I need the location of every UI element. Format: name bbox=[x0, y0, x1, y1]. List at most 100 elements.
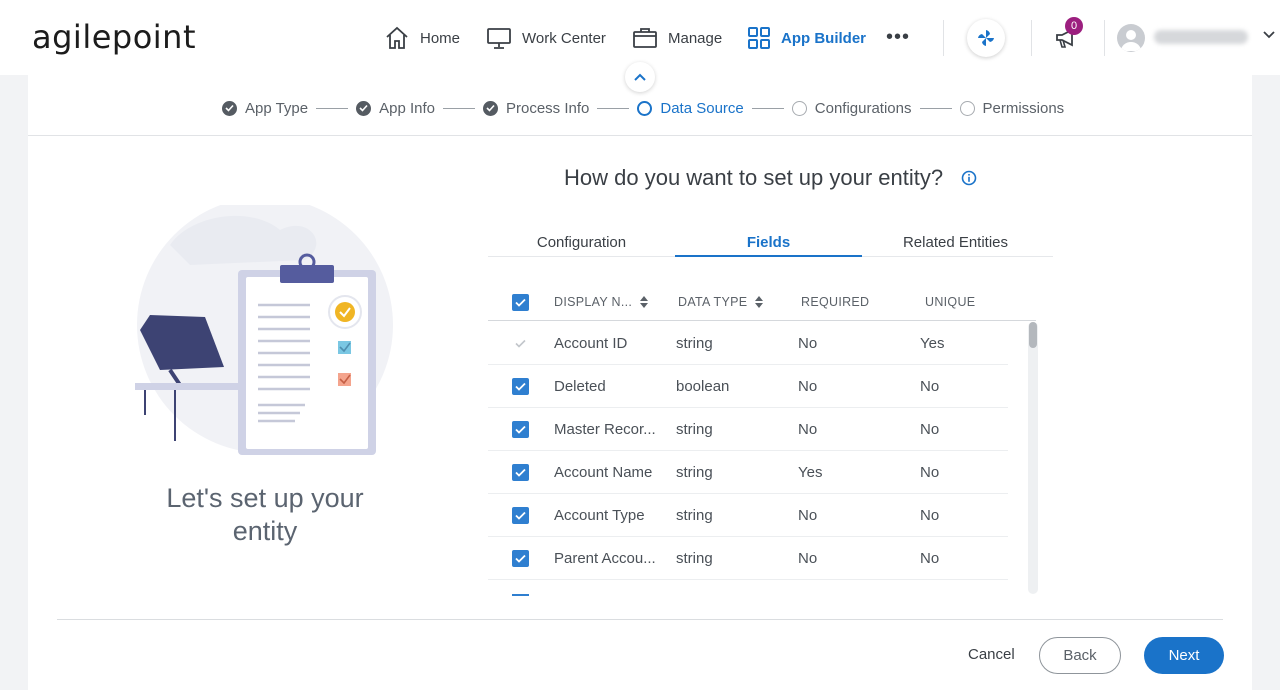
field-name: Master Recor... bbox=[554, 421, 656, 438]
field-name: Account Name bbox=[554, 464, 653, 481]
tab-related-entities[interactable]: Related Entities bbox=[862, 226, 1049, 256]
field-unique: No bbox=[920, 464, 940, 481]
step-connector bbox=[919, 107, 952, 109]
user-name-blurred[interactable] bbox=[1154, 30, 1248, 44]
person-icon bbox=[1121, 30, 1141, 51]
step-connector bbox=[443, 107, 475, 109]
column-data-type[interactable]: DATA TYPE bbox=[678, 295, 764, 309]
row-checkbox[interactable] bbox=[512, 550, 529, 567]
field-name: Deleted bbox=[554, 378, 606, 395]
field-type: string bbox=[676, 464, 713, 481]
row-checkbox[interactable] bbox=[512, 464, 529, 481]
empty-circle-icon bbox=[959, 100, 975, 116]
column-unique: UNIQUE bbox=[925, 295, 975, 309]
step-data-source[interactable]: Data Source bbox=[637, 99, 744, 117]
nav-divider bbox=[1104, 20, 1105, 56]
more-menu-button[interactable]: ••• bbox=[886, 27, 910, 47]
briefcase-icon bbox=[633, 28, 657, 48]
cancel-button[interactable]: Cancel bbox=[958, 642, 1025, 667]
step-connector bbox=[751, 107, 784, 109]
step-label: Data Source bbox=[660, 99, 744, 117]
table-row[interactable]: Master Recor... string No No bbox=[488, 408, 1008, 451]
field-type: boolean bbox=[676, 378, 730, 395]
sort-icon[interactable] bbox=[640, 296, 649, 308]
nav-divider bbox=[943, 20, 944, 56]
stepper-divider bbox=[28, 135, 1252, 136]
field-name: Account ID bbox=[554, 335, 628, 352]
entity-setup-tabs: Configuration Fields Related Entities bbox=[488, 226, 1053, 257]
field-required: Yes bbox=[798, 464, 823, 481]
sort-icon[interactable] bbox=[755, 296, 764, 308]
table-row[interactable]: Account Name string Yes No bbox=[488, 451, 1008, 494]
column-label: DATA TYPE bbox=[678, 295, 748, 309]
next-button[interactable]: Next bbox=[1144, 637, 1224, 674]
page-title: How do you want to set up your entity? bbox=[564, 165, 944, 190]
nav-app-builder-label: App Builder bbox=[781, 29, 866, 47]
select-all-checkbox[interactable] bbox=[512, 294, 529, 311]
row-checkbox[interactable] bbox=[512, 421, 529, 438]
field-unique: No bbox=[920, 378, 940, 395]
notification-badge: 0 bbox=[1065, 17, 1083, 35]
field-required: No bbox=[798, 335, 818, 352]
step-app-type[interactable]: App Type bbox=[222, 100, 308, 117]
field-type: string bbox=[676, 550, 713, 567]
nav-work-center[interactable]: Work Center bbox=[486, 24, 606, 52]
current-step-circle-icon bbox=[637, 100, 653, 116]
field-required: No bbox=[798, 378, 818, 395]
wizard-stepper: App Type App Info Process Info Data Sour… bbox=[222, 98, 1064, 118]
chevron-down-icon[interactable] bbox=[1262, 30, 1276, 40]
tab-configuration[interactable]: Configuration bbox=[488, 226, 675, 256]
field-required: No bbox=[798, 507, 818, 524]
check-circle-icon bbox=[356, 100, 372, 116]
table-scrollbar-track[interactable] bbox=[1028, 322, 1038, 594]
field-unique: No bbox=[920, 507, 940, 524]
row-checkbox-disabled bbox=[512, 335, 529, 352]
fields-table-header: DISPLAY N... DATA TYPE REQUIRED UNIQUE bbox=[488, 285, 1036, 321]
field-type: string bbox=[676, 421, 713, 438]
step-label: Permissions bbox=[982, 99, 1065, 117]
step-label: App Type bbox=[245, 99, 309, 117]
row-checkbox[interactable] bbox=[512, 507, 529, 524]
back-button[interactable]: Back bbox=[1039, 637, 1121, 674]
nav-work-center-label: Work Center bbox=[522, 29, 606, 47]
user-avatar[interactable] bbox=[1117, 24, 1145, 52]
table-row[interactable]: Account Type string No No bbox=[488, 494, 1008, 537]
ai-assistant-button[interactable] bbox=[967, 19, 1005, 57]
tab-fields[interactable]: Fields bbox=[675, 226, 862, 257]
table-scrollbar-thumb[interactable] bbox=[1029, 322, 1037, 348]
table-row[interactable]: Parent Accou... string No No bbox=[488, 537, 1008, 580]
field-type: string bbox=[676, 507, 713, 524]
chevron-up-icon bbox=[634, 73, 646, 81]
info-icon[interactable] bbox=[961, 170, 977, 186]
checkbox[interactable] bbox=[512, 294, 529, 311]
home-icon bbox=[386, 26, 408, 49]
step-process-info[interactable]: Process Info bbox=[483, 100, 589, 117]
entity-setup-illustration bbox=[135, 205, 393, 455]
field-unique: No bbox=[920, 421, 940, 438]
step-label: App Info bbox=[379, 99, 435, 117]
illustration-caption: Let's set up your entity bbox=[166, 483, 364, 546]
table-row[interactable]: Account ID string No Yes bbox=[488, 322, 1008, 365]
step-connector bbox=[597, 107, 630, 109]
collapse-header-button[interactable] bbox=[625, 62, 655, 92]
monitor-icon bbox=[487, 28, 511, 49]
check-circle-icon bbox=[222, 100, 237, 116]
step-label: Configurations bbox=[814, 99, 912, 117]
agilepoint-logo[interactable]: agilepoint bbox=[32, 18, 196, 56]
footer-divider bbox=[57, 619, 1223, 620]
step-app-info[interactable]: App Info bbox=[356, 100, 435, 117]
table-row[interactable]: Deleted boolean No No bbox=[488, 365, 1008, 408]
nav-manage[interactable]: Manage bbox=[632, 24, 722, 52]
field-name: Account Type bbox=[554, 507, 645, 524]
field-name: Parent Accou... bbox=[554, 550, 656, 567]
column-label: DISPLAY N... bbox=[554, 295, 633, 309]
nav-home-label: Home bbox=[420, 29, 461, 47]
column-display-name[interactable]: DISPLAY N... bbox=[554, 295, 649, 309]
nav-home[interactable]: Home bbox=[384, 24, 460, 52]
step-configurations: Configurations bbox=[791, 99, 912, 117]
pinwheel-icon bbox=[978, 30, 994, 46]
next-row-checkbox-partial[interactable] bbox=[512, 594, 529, 596]
nav-app-builder[interactable]: App Builder bbox=[747, 24, 866, 52]
check-circle-icon bbox=[483, 100, 498, 116]
row-checkbox[interactable] bbox=[512, 378, 529, 395]
